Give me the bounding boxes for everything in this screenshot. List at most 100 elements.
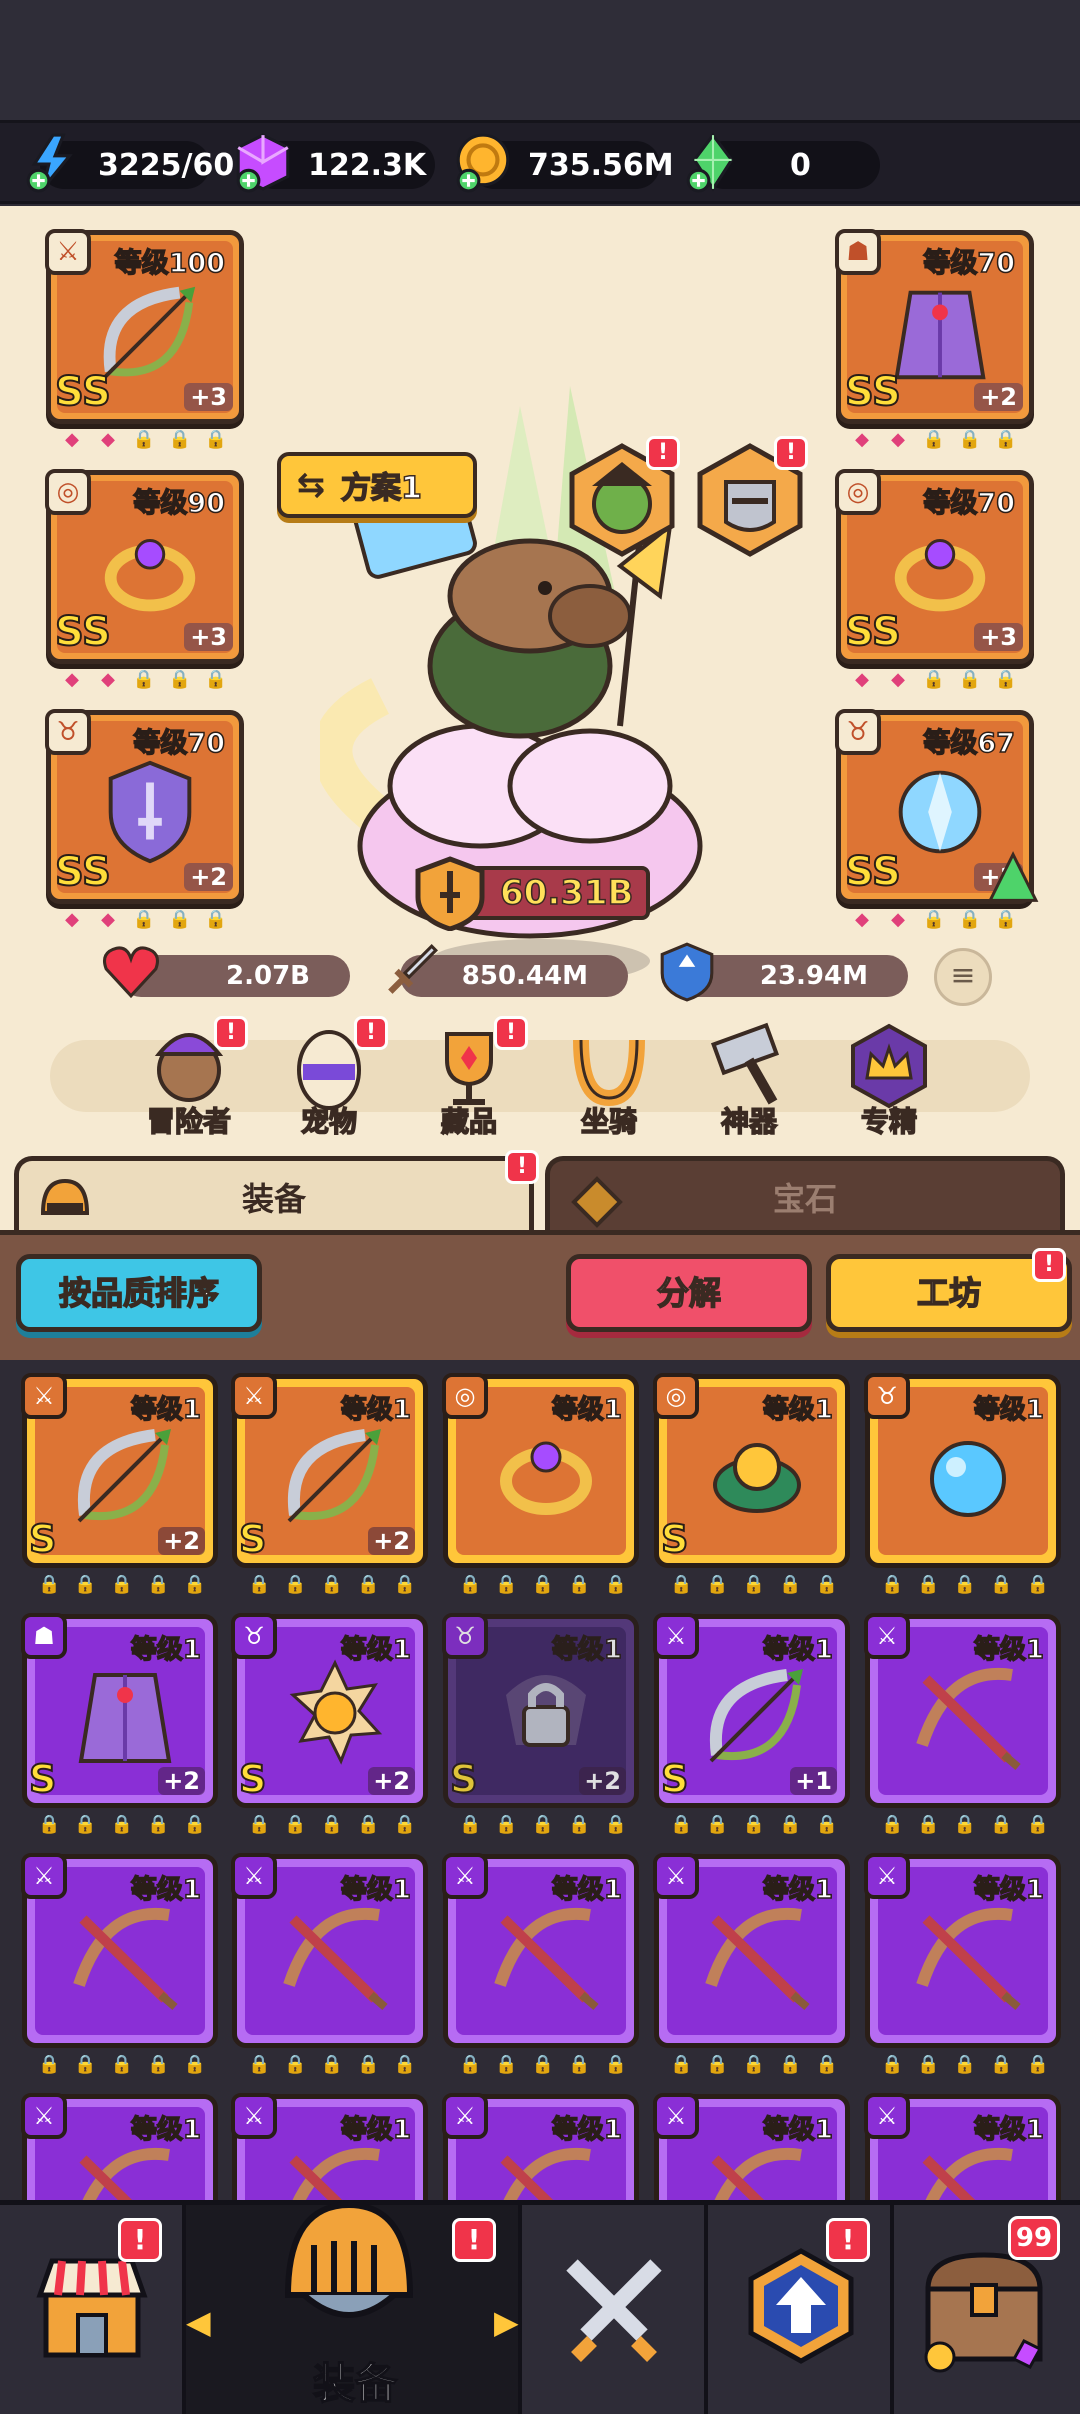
stats-detail-icon[interactable]: ≡: [934, 948, 992, 1006]
gem-socket-filled: ◆: [891, 909, 905, 930]
armor-icon: ☗: [21, 1613, 67, 1659]
gem-socket-locked-icon: 🔒: [922, 429, 946, 450]
socket-lock-icon: 🔒: [531, 1574, 555, 1595]
inventory-item-locked[interactable]: ♉ 等级1 S +2: [442, 1613, 639, 1808]
inventory-item-ring[interactable]: ◎ 等级1: [442, 1373, 639, 1568]
socket-lock-icon: 🔒: [568, 1814, 591, 1835]
ring-icon: ◎: [45, 469, 91, 515]
crossbow-item-icon: [283, 1907, 388, 2011]
inventory-item-crossbow[interactable]: ⚔ 等级1: [864, 1853, 1061, 2048]
gem-sockets[interactable]: ◆ ◆ 🔒 🔒 🔒: [850, 908, 1018, 936]
gem-socket-filled: ◆: [101, 909, 115, 930]
item-grade: S: [238, 1756, 267, 1802]
item-plus: +2: [184, 863, 233, 891]
crystal-counter[interactable]: 0: [686, 132, 880, 193]
equipped-slot-ring[interactable]: ◎ 等级70 SS +3: [835, 469, 1034, 664]
menu-item-crown[interactable]: 专精: [834, 1020, 944, 1140]
inventory-item-crossbow[interactable]: ⚔ 等级1: [231, 1853, 428, 2048]
socket-lock-icon: 🔒: [917, 1814, 940, 1835]
socket-lock-icon: 🔒: [670, 1574, 693, 1595]
tab-gems[interactable]: 宝石: [545, 1156, 1065, 1236]
socket-lock-icon: 🔒: [147, 1574, 170, 1595]
sort-by-quality-button[interactable]: 按品质排序: [16, 1254, 262, 1332]
crown-icon: [851, 1023, 927, 1109]
socket-lock-icon: 🔒: [531, 1814, 555, 1835]
menu-item-hammer[interactable]: 神器: [694, 1020, 804, 1140]
item-gem-sockets: 🔒 🔒 🔒 🔒 🔒: [38, 1814, 206, 1835]
socket-lock-icon: 🔒: [779, 1574, 802, 1595]
gem-sockets[interactable]: ◆ ◆ 🔒 🔒 🔒: [60, 668, 228, 696]
socket-lock-icon: 🔒: [706, 1814, 729, 1835]
socket-lock-icon: 🔒: [604, 1814, 628, 1835]
inventory-item-bow[interactable]: ⚔ 等级1 S +1: [653, 1613, 850, 1808]
item-level: 等级1: [973, 1874, 1045, 1906]
cloak-item-icon: [78, 1673, 172, 1763]
equipped-slot-bow[interactable]: ⚔ 等级100 SS +3: [45, 229, 244, 424]
socket-lock-icon: 🔒: [568, 1574, 591, 1595]
crossed-swords-icon: [566, 2259, 662, 2362]
equipped-slot-emblem[interactable]: ♉ 等级70 SS +2: [45, 709, 244, 904]
sword-icon: ⚔: [864, 2093, 910, 2139]
item-level: 等级1: [762, 1874, 834, 1906]
energy-counter[interactable]: 3225/60: [26, 133, 234, 193]
gem-socket-locked-icon: 🔒: [132, 909, 156, 930]
inventory-item-orb[interactable]: ♉ 等级1: [864, 1373, 1061, 1568]
gem-socket-locked-icon: 🔒: [132, 669, 156, 690]
socket-lock-icon: 🔒: [320, 1814, 344, 1835]
equipped-slot-cloak[interactable]: ☗ 等级70 SS +2: [835, 229, 1034, 424]
inventory-item-sun[interactable]: ♉ 等级1 S +2: [231, 1613, 428, 1808]
chest-count-badge: 99: [1008, 2216, 1060, 2260]
gem-socket-locked-icon: 🔒: [168, 909, 192, 930]
gem-sockets[interactable]: ◆ ◆ 🔒 🔒 🔒: [60, 908, 228, 936]
item-gem-sockets: 🔒 🔒 🔒 🔒 🔒: [881, 1574, 1049, 1595]
inventory-item-amulet[interactable]: ◎ 等级1 S: [653, 1373, 850, 1568]
equipped-slot-ring[interactable]: ◎ 等级90 SS +3: [45, 469, 244, 664]
inventory-item-crossbow[interactable]: ⚔ 等级1: [442, 1853, 639, 2048]
gem-socket-locked-icon: 🔒: [204, 429, 228, 450]
gem-sockets[interactable]: ◆ ◆ 🔒 🔒 🔒: [850, 668, 1018, 696]
inventory-item-cloak[interactable]: ☗ 等级1 S +2: [21, 1613, 218, 1808]
gem-sockets[interactable]: ◆ ◆ 🔒 🔒 🔒: [850, 428, 1018, 456]
gem-socket-locked-icon: 🔒: [958, 429, 982, 450]
socket-lock-icon: 🔒: [990, 1574, 1013, 1595]
socket-lock-icon: 🔒: [320, 2054, 344, 2075]
socket-lock-icon: 🔒: [1026, 1814, 1050, 1835]
gem-socket-filled: ◆: [65, 669, 79, 690]
socket-lock-icon: 🔒: [815, 1574, 839, 1595]
necklace-icon: ♉: [45, 709, 91, 755]
inventory-item-bow[interactable]: ⚔ 等级1 S +2: [21, 1373, 218, 1568]
sword-stat-icon: [388, 944, 438, 994]
socket-lock-icon: 🔒: [38, 1814, 61, 1835]
socket-lock-icon: 🔒: [357, 1814, 380, 1835]
socket-lock-icon: 🔒: [183, 1814, 207, 1835]
gem-socket-locked-icon: 🔒: [922, 909, 946, 930]
socket-lock-icon: 🔒: [248, 1574, 271, 1595]
menu-item-horseshoe[interactable]: 坐骑: [554, 1020, 664, 1140]
nav-active-label: 装备: [312, 2358, 398, 2409]
gold-counter[interactable]: 735.56M: [456, 133, 674, 193]
inventory-item-crossbow[interactable]: ⚔ 等级1: [864, 1613, 1061, 1808]
loadout-plan-button[interactable]: ⇆ 方案1: [277, 452, 477, 518]
item-grade: S: [238, 1516, 267, 1562]
nav-right-arrow[interactable]: ▶: [494, 2303, 519, 2341]
inventory-item-bow[interactable]: ⚔ 等级1 S +2: [231, 1373, 428, 1568]
socket-lock-icon: 🔒: [495, 2054, 518, 2075]
item-plus: +1: [790, 1767, 837, 1795]
nav-left-arrow[interactable]: ◀: [186, 2303, 211, 2341]
item-level: 等级90: [133, 487, 226, 520]
item-level: 等级67: [923, 727, 1016, 760]
inventory-item-crossbow[interactable]: ⚔ 等级1: [21, 1853, 218, 2048]
nav-battle[interactable]: [522, 2205, 708, 2414]
socket-lock-icon: 🔒: [74, 1814, 97, 1835]
sword-icon: ⚔: [653, 1853, 699, 1899]
tab-equipment[interactable]: 装备: [14, 1156, 534, 1236]
inventory-item-crossbow[interactable]: ⚔ 等级1: [653, 1853, 850, 2048]
heart-icon: [102, 946, 160, 999]
dismantle-button[interactable]: 分解: [566, 1254, 812, 1332]
menu-item-label: 冒险者: [146, 1104, 232, 1139]
treasure-chest-icon: [924, 2252, 1043, 2373]
crossbow-item-icon: [494, 1907, 599, 2011]
pirate-skin-alert-badge: !: [646, 436, 680, 470]
gems-counter[interactable]: 122.3K: [236, 133, 435, 193]
gem-sockets[interactable]: ◆ ◆ 🔒 🔒 🔒: [60, 428, 228, 456]
